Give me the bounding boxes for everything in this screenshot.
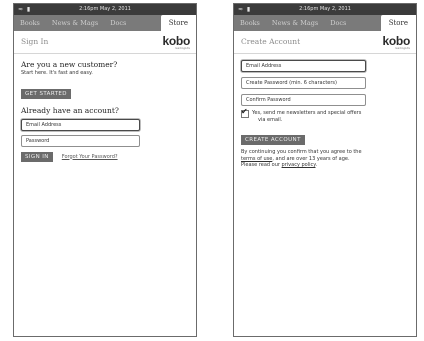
sign-in-button[interactable]: SIGN IN <box>21 151 53 162</box>
status-time: 2:16pm May 2, 2011 <box>79 6 131 12</box>
email-field[interactable]: Email Address <box>241 60 366 72</box>
email-field[interactable]: Email Address <box>21 118 140 131</box>
kobo-logo: kobo <box>382 34 411 48</box>
tab-books[interactable]: Books <box>14 15 46 31</box>
password-field[interactable]: Password <box>21 134 140 147</box>
status-bar: ≈ ▮ 2:16pm May 2, 2011 <box>14 4 196 15</box>
kobo-logo: kobo <box>162 34 191 48</box>
page-title: Sign In <box>21 37 49 46</box>
newsletter-label-cont: via email. <box>258 116 283 123</box>
terms-age-text: , and are over 13 years of age. <box>272 155 350 162</box>
logo-tagline: readingLife <box>394 47 410 50</box>
status-bar: ≈ ▮ 2:16pm May 2, 2011 <box>234 4 416 15</box>
create-account-screen: ≈ ▮ 2:16pm May 2, 2011 Books News & Mags… <box>233 3 417 337</box>
terms-text-line3: Please read our privacy policy. <box>241 162 409 169</box>
tab-store[interactable]: Store <box>380 15 416 31</box>
top-tabs: Books News & Mags Docs Store <box>234 15 416 31</box>
page-title: Create Account <box>241 37 301 46</box>
new-customer-heading: Are you a new customer? <box>21 60 118 69</box>
tab-docs[interactable]: Docs <box>104 15 132 31</box>
status-time: 2:16pm May 2, 2011 <box>299 6 351 12</box>
create-account-button[interactable]: CREATE ACCOUNT <box>241 135 305 145</box>
newsletter-checkbox[interactable]: ✔ <box>241 107 249 118</box>
create-password-field[interactable]: Create Password (min. 6 characters) <box>241 77 366 89</box>
privacy-pre-text: Please read our <box>241 162 282 168</box>
confirm-password-field[interactable]: Confirm Password <box>241 94 366 106</box>
privacy-policy-link[interactable]: privacy policy <box>282 162 316 168</box>
tab-books[interactable]: Books <box>234 15 266 31</box>
top-tabs: Books News & Mags Docs Store <box>14 15 196 31</box>
sign-in-screen: ≈ ▮ 2:16pm May 2, 2011 Books News & Mags… <box>13 3 197 337</box>
existing-account-heading: Already have an account? <box>21 105 119 115</box>
new-customer-subtext: Start here. It's fast and easy. <box>21 70 93 76</box>
logo-tagline: readingLife <box>174 47 190 50</box>
tab-docs[interactable]: Docs <box>324 15 352 31</box>
privacy-post-text: . <box>315 162 318 168</box>
tab-news-mags[interactable]: News & Mags <box>46 15 104 31</box>
get-started-button[interactable]: GET STARTED <box>21 88 71 99</box>
checkmark-icon: ✔ <box>241 107 248 116</box>
tab-store[interactable]: Store <box>160 15 196 31</box>
tab-news-mags[interactable]: News & Mags <box>266 15 324 31</box>
newsletter-label: Yes, send me newsletters and special off… <box>252 110 362 116</box>
forgot-password-link[interactable]: Forgot Your Password? <box>62 154 118 160</box>
page-header: Sign In kobo readingLife <box>14 31 196 54</box>
page-header: Create Account kobo readingLife <box>234 31 416 54</box>
terms-of-use-link[interactable]: terms of use <box>241 156 272 162</box>
